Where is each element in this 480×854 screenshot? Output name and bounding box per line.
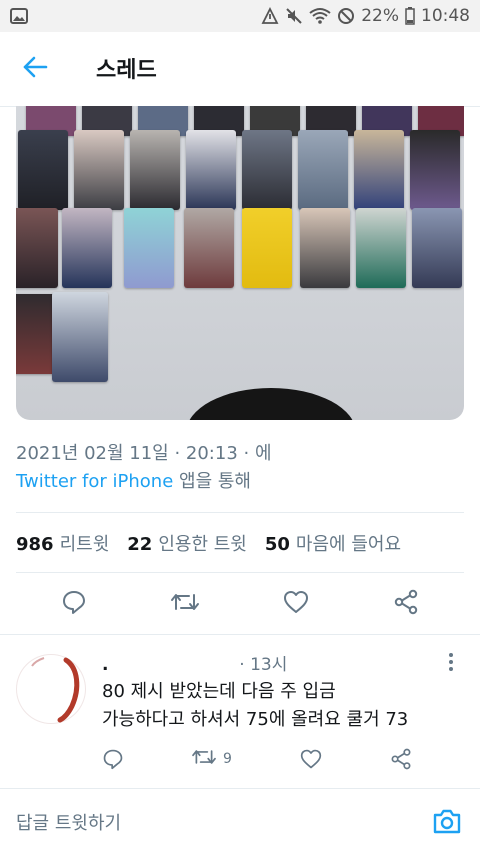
divider <box>16 572 464 573</box>
reply-icon[interactable] <box>61 589 87 619</box>
reply-author-name[interactable]: . <box>102 655 108 675</box>
mute-icon <box>285 7 303 25</box>
tweet-media-image[interactable] <box>16 106 464 420</box>
page-title: 스레드 <box>96 58 157 83</box>
avatar[interactable] <box>16 654 86 724</box>
reply-time: · 13시 <box>239 655 288 675</box>
retweet-icon[interactable] <box>170 589 200 619</box>
no-data-icon <box>261 7 279 25</box>
share-icon[interactable] <box>390 748 412 770</box>
tweet-source-suffix: 앱을 통해 <box>173 471 251 492</box>
divider <box>16 512 464 513</box>
likes-label: 마음에 들어요 <box>295 534 402 555</box>
retweets-stat[interactable]: 986 리트윗 <box>16 530 109 556</box>
retweet-count: 9 <box>223 751 232 767</box>
reply-header: . · 13시 <box>102 650 287 675</box>
retweets-label: 리트윗 <box>59 534 110 555</box>
wifi-icon <box>309 7 331 25</box>
quotes-count: 22 <box>127 534 153 555</box>
tweet-date: 2021년 02월 11일 · 20:13 · 에 <box>16 443 272 464</box>
divider <box>0 634 480 635</box>
likes-stat[interactable]: 50 마음에 들어요 <box>265 530 401 556</box>
tweet-stats: 986 리트윗 22 인용한 트윗 50 마음에 들어요 <box>16 530 401 556</box>
battery-percent: 22% <box>361 6 399 26</box>
tweet-source-link[interactable]: Twitter for iPhone <box>16 471 173 492</box>
quotes-stat[interactable]: 22 인용한 트윗 <box>127 530 247 556</box>
camera-icon[interactable] <box>432 807 462 839</box>
reply-tweet[interactable]: . · 13시 80 제시 받았는데 다음 주 입금 가능하다고 하셔서 75에… <box>0 640 480 778</box>
status-bar: 22% 10:48 <box>0 0 480 32</box>
retweet-button[interactable]: 9 <box>191 746 232 772</box>
tweet-meta: 2021년 02월 11일 · 20:13 · 에 Twitter for iP… <box>16 440 272 496</box>
gallery-icon <box>10 8 28 24</box>
battery-icon <box>405 7 415 25</box>
quotes-label: 인용한 트윗 <box>158 534 247 555</box>
retweet-icon <box>191 746 217 772</box>
reply-composer[interactable]: 답글 트윗하기 <box>0 788 480 854</box>
more-icon[interactable] <box>448 652 454 677</box>
reply-text-line: 80 제시 받았는데 다음 주 입금 <box>102 681 336 702</box>
reply-input[interactable]: 답글 트윗하기 <box>16 809 121 835</box>
clock: 10:48 <box>421 6 470 26</box>
reply-text-line: 가능하다고 하셔서 75에 올려요 쿨거 73 <box>102 709 409 730</box>
like-icon[interactable] <box>282 589 310 619</box>
tweet-actions <box>0 583 480 625</box>
retweets-count: 986 <box>16 534 54 555</box>
reply-icon[interactable] <box>102 748 124 770</box>
no-sim-icon <box>337 7 355 25</box>
back-arrow-icon[interactable] <box>22 56 48 82</box>
reply-actions: 9 <box>102 746 412 772</box>
share-icon[interactable] <box>393 589 419 619</box>
likes-count: 50 <box>264 534 290 555</box>
like-icon[interactable] <box>299 748 323 770</box>
app-header: 스레드 <box>0 32 480 107</box>
reply-text: 80 제시 받았는데 다음 주 입금 가능하다고 하셔서 75에 올려요 쿨거 … <box>102 678 462 734</box>
